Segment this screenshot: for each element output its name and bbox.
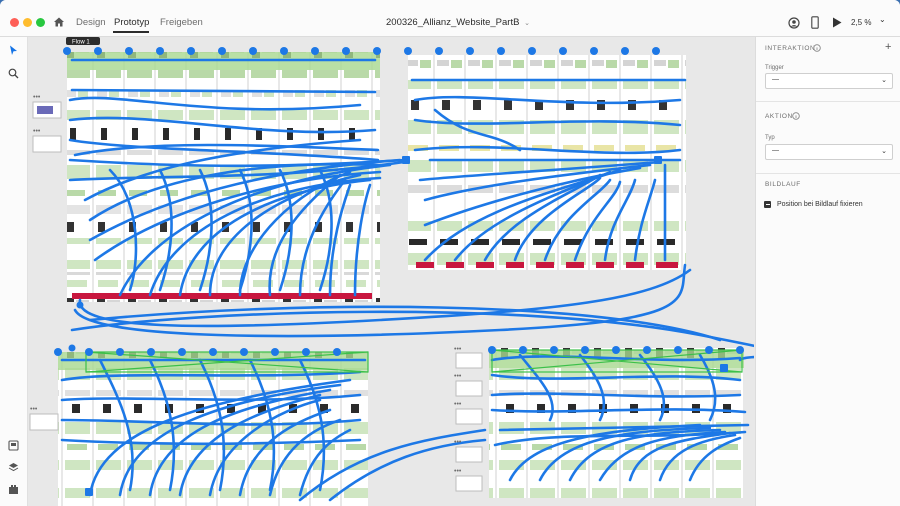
svg-text:•••: ••• xyxy=(454,346,462,353)
zoom-level[interactable]: 2,5 % xyxy=(851,18,871,27)
zoom-chevron-icon[interactable]: ⌄ xyxy=(879,15,886,24)
action-type-select[interactable]: — ⌄ xyxy=(765,144,893,160)
property-inspector: INTERAKTION + Trigger — ⌄ AKTION Typ — ⌄… xyxy=(755,37,900,506)
add-interaction-button[interactable]: + xyxy=(885,41,891,53)
action-section-title: AKTION xyxy=(765,113,793,120)
svg-text:•••: ••• xyxy=(454,468,462,475)
tab-design[interactable]: Design xyxy=(76,17,106,28)
scroll-section-title: BILDLAUF xyxy=(765,181,801,188)
zoom-window-button[interactable] xyxy=(36,18,45,27)
action-type-value: — xyxy=(772,147,779,154)
assets-icon[interactable] xyxy=(8,440,19,451)
svg-text:•••: ••• xyxy=(454,401,462,408)
section-divider xyxy=(756,101,900,102)
select-tool-icon[interactable] xyxy=(9,45,18,56)
chevron-down-icon: ⌄ xyxy=(881,77,887,84)
svg-text:•••: ••• xyxy=(30,406,38,413)
tab-prototype[interactable]: Prototyp xyxy=(114,17,149,28)
info-icon[interactable] xyxy=(813,44,821,52)
type-label: Typ xyxy=(765,135,775,141)
left-toolbar xyxy=(0,37,28,506)
play-preview-icon[interactable] xyxy=(832,17,842,28)
svg-text:•••: ••• xyxy=(454,439,462,446)
svg-text:•••: ••• xyxy=(33,94,41,101)
trigger-value: — xyxy=(772,76,779,83)
tab-share[interactable]: Freigeben xyxy=(160,17,203,28)
trigger-select[interactable]: — ⌄ xyxy=(765,73,893,89)
fix-position-checkbox[interactable] xyxy=(764,201,771,208)
mobile-preview-icon[interactable] xyxy=(811,16,819,29)
canvas-drawing: ••• ••• ••• ••• ••• ••• ••• ••• Flow 1 xyxy=(29,37,754,506)
chevron-down-icon: ⌄ xyxy=(881,148,887,155)
interaction-section-title: INTERAKTION xyxy=(765,45,816,52)
title-bar: Design Prototyp Freigeben 200326_Allianz… xyxy=(0,0,900,37)
user-profile-icon[interactable] xyxy=(788,17,800,29)
trigger-label: Trigger xyxy=(765,65,784,71)
document-title[interactable]: 200326_Allianz_Website_PartB ⌄ xyxy=(386,17,530,28)
zoom-tool-icon[interactable] xyxy=(8,68,19,79)
minimize-window-button[interactable] xyxy=(23,18,32,27)
layers-icon[interactable] xyxy=(8,462,19,473)
xd-window: Design Prototyp Freigeben 200326_Allianz… xyxy=(0,0,900,506)
info-icon[interactable] xyxy=(792,112,800,120)
artboard-group-bottom-right[interactable] xyxy=(489,348,744,498)
chevron-down-icon: ⌄ xyxy=(524,20,530,27)
active-tab-indicator xyxy=(113,31,149,33)
fix-position-label: Position bei Bildlauf fixieren xyxy=(777,201,863,208)
flow-label: Flow 1 xyxy=(72,40,90,46)
home-icon[interactable] xyxy=(53,16,65,28)
svg-text:•••: ••• xyxy=(454,373,462,380)
close-window-button[interactable] xyxy=(10,18,19,27)
section-divider xyxy=(756,173,900,174)
plugins-icon[interactable] xyxy=(8,484,19,495)
document-title-text: 200326_Allianz_Website_PartB xyxy=(386,17,520,28)
svg-text:•••: ••• xyxy=(33,128,41,135)
prototype-canvas[interactable]: ••• ••• ••• ••• ••• ••• ••• ••• Flow 1 xyxy=(28,37,754,506)
